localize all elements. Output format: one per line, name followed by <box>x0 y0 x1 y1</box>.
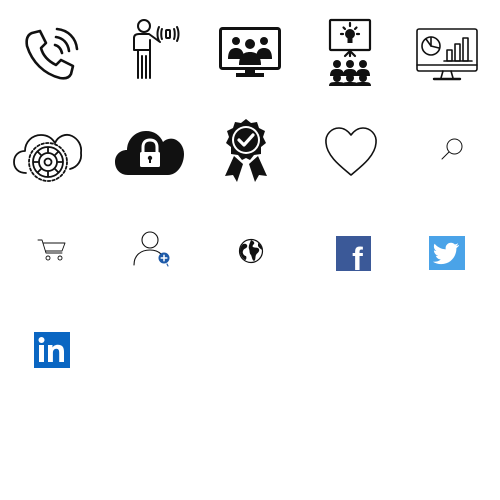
analytics-monitor-icon <box>416 28 478 82</box>
icon-sheet: f in <box>0 0 500 500</box>
idea-presentation-icon <box>326 18 374 86</box>
heart-icon <box>324 127 378 177</box>
presenter-speaking-icon <box>128 18 182 82</box>
video-conference-icon <box>219 27 281 79</box>
award-badge-icon <box>222 118 270 184</box>
facebook-icon: f <box>336 236 371 277</box>
globe-icon <box>238 238 264 264</box>
linkedin-icon: in <box>34 332 70 368</box>
search-icon <box>440 138 464 160</box>
phone-call-icon <box>22 25 80 81</box>
cloud-settings-icon <box>12 127 84 185</box>
add-user-icon <box>132 231 172 267</box>
twitter-icon <box>429 236 465 270</box>
shopping-cart-icon <box>37 238 67 262</box>
cloud-lock-icon <box>114 127 186 177</box>
facebook-letter: f <box>352 241 363 277</box>
